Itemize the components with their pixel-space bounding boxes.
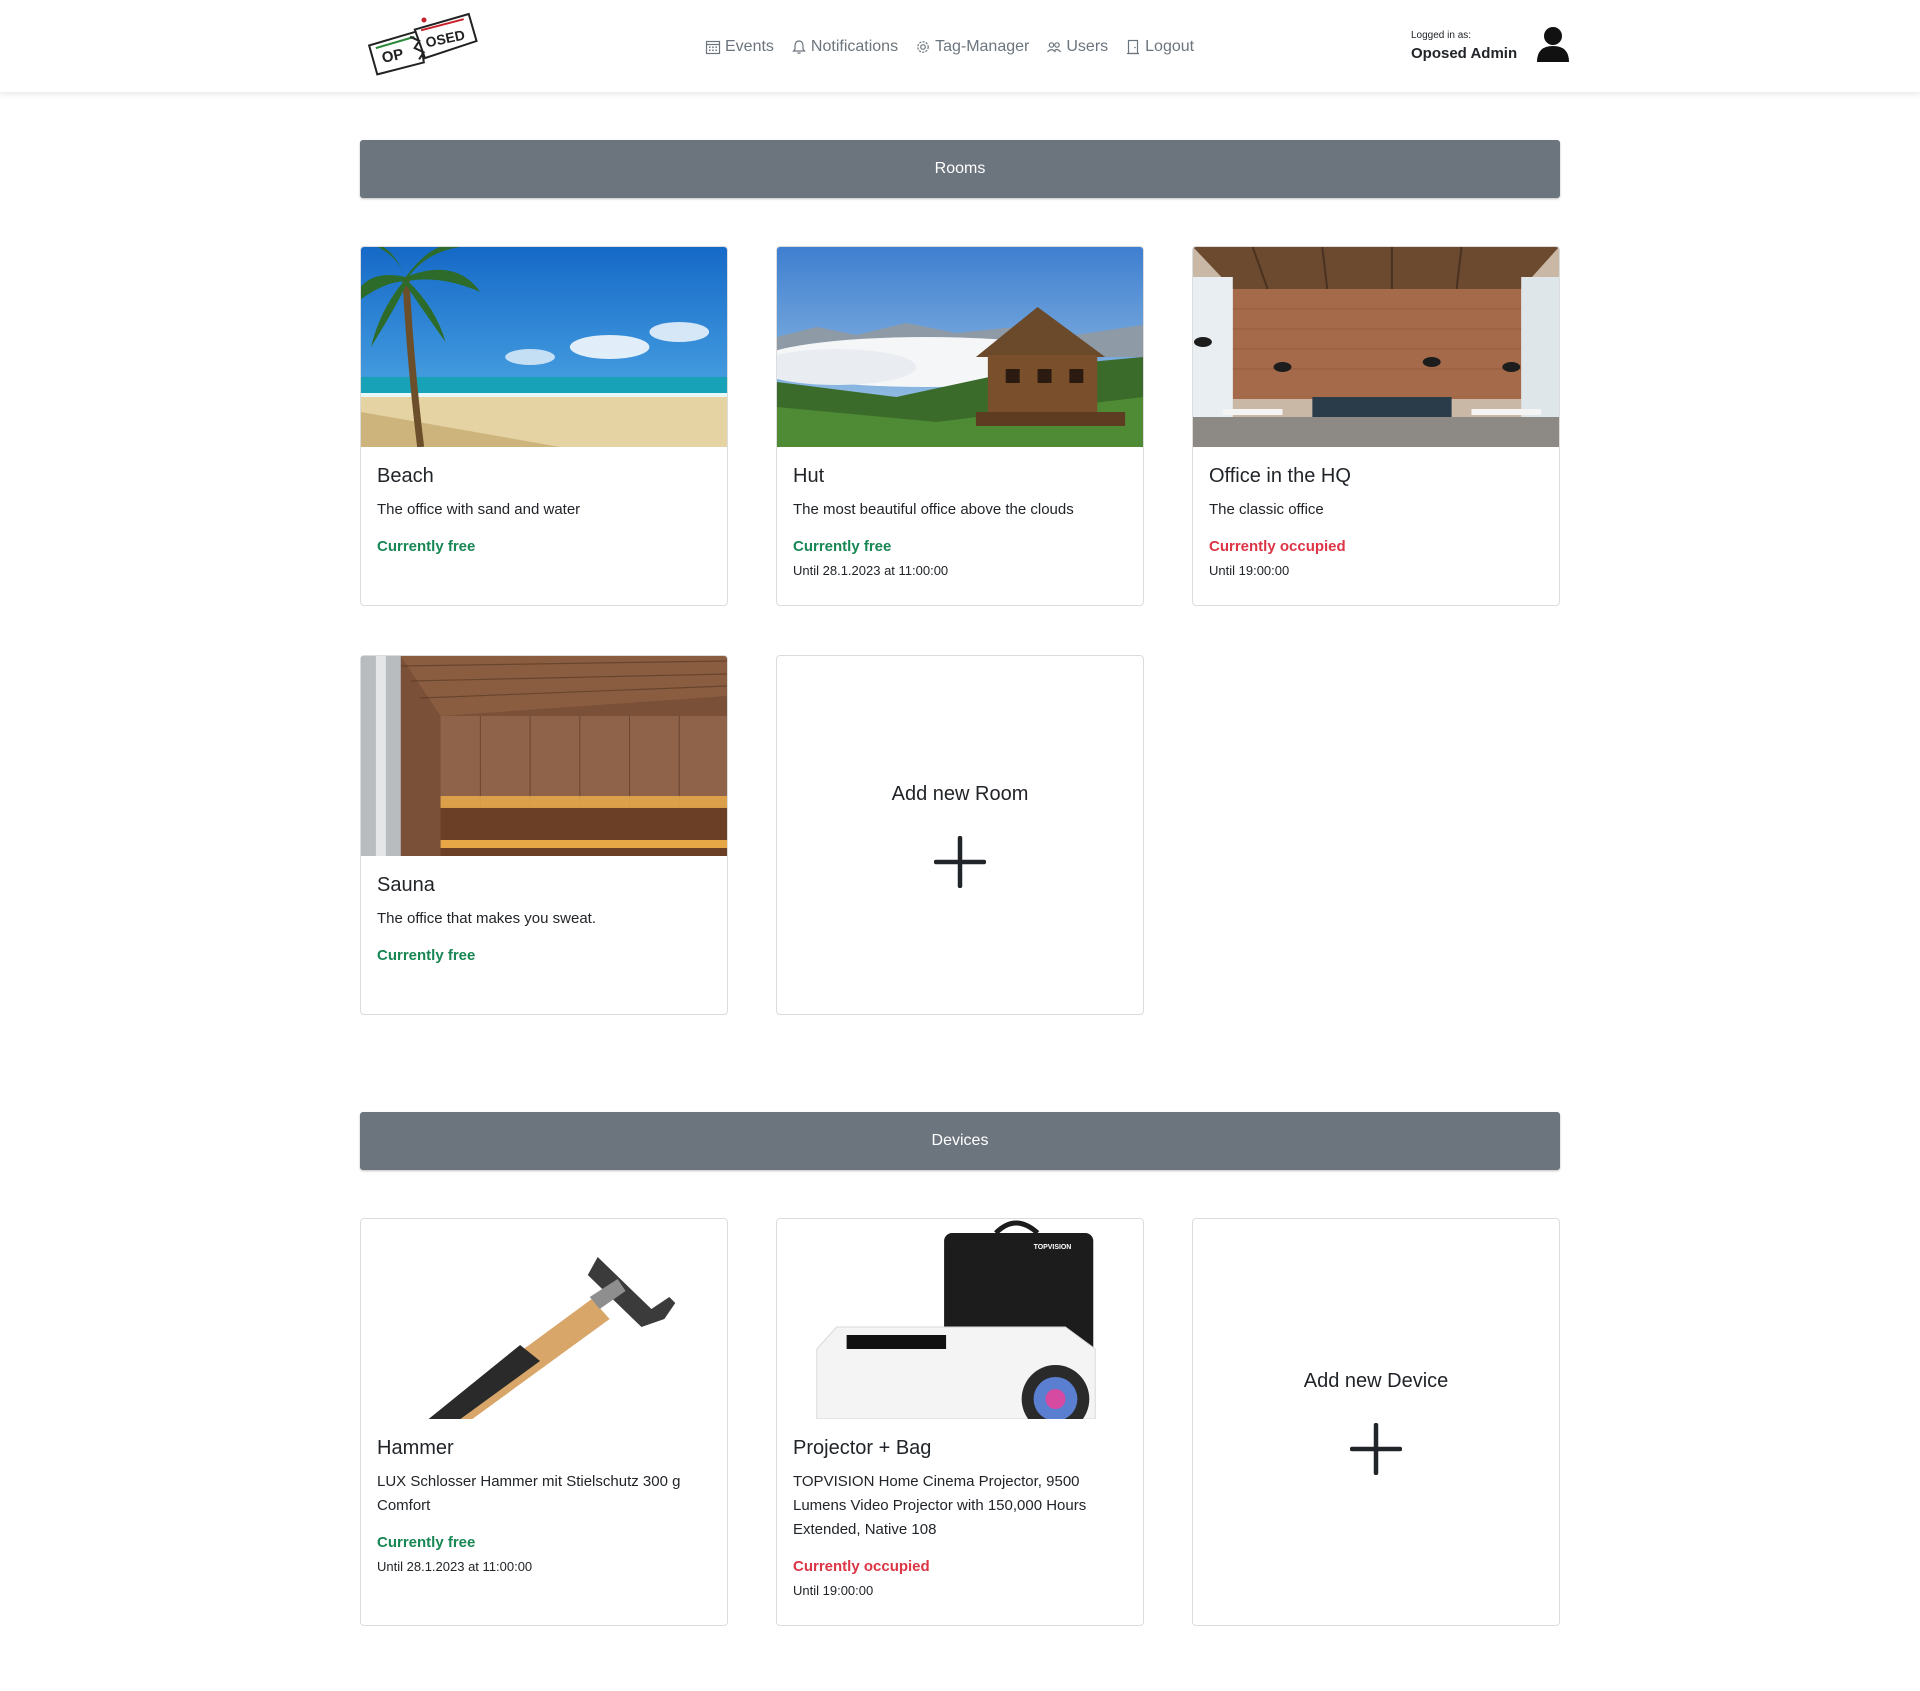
nav-tag-manager-label: Tag-Manager bbox=[935, 38, 1030, 55]
room-description: The office with sand and water bbox=[377, 501, 581, 518]
nav-users-label: Users bbox=[1066, 38, 1109, 55]
room-card-sauna[interactable]: Sauna The office that makes you sweat. C… bbox=[360, 655, 728, 1015]
nav-users[interactable]: Users bbox=[1046, 36, 1108, 58]
room-status: Currently free bbox=[793, 538, 892, 555]
device-status: Currently occupied bbox=[793, 1558, 930, 1575]
device-name: Hammer bbox=[377, 1437, 454, 1459]
room-name: Beach bbox=[377, 465, 434, 487]
plus-icon bbox=[1350, 1422, 1402, 1475]
user-avatar-icon[interactable] bbox=[1535, 26, 1571, 64]
device-card-hammer[interactable]: Hammer LUX Schlosser Hammer mit Stielsch… bbox=[360, 1218, 728, 1626]
logged-in-info: Logged in as: Oposed Admin bbox=[1411, 30, 1517, 62]
room-description: The most beautiful office above the clou… bbox=[793, 501, 1074, 518]
add-device-card[interactable]: Add new Device bbox=[1192, 1218, 1560, 1626]
room-name: Hut bbox=[793, 465, 825, 487]
bell-icon bbox=[792, 40, 806, 54]
room-card-hut[interactable]: Hut The most beautiful office above the … bbox=[776, 246, 1144, 606]
gear-icon bbox=[917, 41, 929, 53]
room-description: The classic office bbox=[1209, 501, 1324, 518]
user-name: Oposed Admin bbox=[1411, 45, 1518, 62]
room-until: Until 28.1.2023 at 11:00:00 bbox=[793, 563, 949, 578]
device-until: Until 19:00:00 bbox=[793, 1583, 874, 1598]
office-image bbox=[1193, 247, 1559, 447]
device-description: LUX Schlosser Hammer mit Stielschutz 300… bbox=[377, 1473, 681, 1514]
logged-in-label: Logged in as: bbox=[1411, 30, 1472, 41]
oposed-logo[interactable]: OP OSED bbox=[362, 12, 486, 76]
plus-icon bbox=[934, 835, 986, 888]
room-name: Sauna bbox=[377, 874, 435, 896]
room-description: The office that makes you sweat. bbox=[377, 910, 597, 927]
nav-notifications[interactable]: Notifications bbox=[791, 36, 898, 58]
hammer-image bbox=[361, 1219, 727, 1419]
add-room-label: Add new Room bbox=[891, 782, 1029, 805]
nav-events[interactable]: Events bbox=[705, 36, 774, 58]
room-card-office-hq[interactable]: Office in the HQ The classic office Curr… bbox=[1192, 246, 1560, 606]
room-status: Currently free bbox=[377, 538, 476, 555]
nav-notifications-label: Notifications bbox=[810, 38, 899, 55]
rooms-section-title: Rooms bbox=[934, 160, 986, 177]
nav-logout-label: Logout bbox=[1145, 38, 1195, 55]
device-until: Until 28.1.2023 at 11:00:00 bbox=[377, 1559, 533, 1574]
nav-events-label: Events bbox=[725, 38, 774, 55]
room-until: Until 19:00:00 bbox=[1209, 563, 1290, 578]
hut-image bbox=[777, 247, 1143, 447]
device-status: Currently free bbox=[377, 1534, 476, 1551]
main-nav: Events Notifications Tag-Manager Users L… bbox=[705, 36, 1194, 58]
room-name: Office in the HQ bbox=[1209, 465, 1351, 487]
devices-section-header[interactable]: Devices bbox=[360, 1112, 1560, 1170]
sauna-image bbox=[361, 656, 727, 856]
room-status: Currently occupied bbox=[1209, 538, 1346, 555]
devices-section-title: Devices bbox=[931, 1132, 989, 1149]
add-room-card[interactable]: Add new Room bbox=[776, 655, 1144, 1015]
device-description: TOPVISION Home Cinema Projector, 9500 Lu… bbox=[793, 1473, 1087, 1538]
device-card-projector[interactable]: TOPVISION Projector + Bag TOPVISION Home… bbox=[776, 1218, 1144, 1626]
room-card-beach[interactable]: Beach The office with sand and water Cur… bbox=[360, 246, 728, 606]
nav-logout[interactable]: Logout bbox=[1125, 36, 1194, 58]
beach-image bbox=[361, 247, 727, 447]
users-icon bbox=[1047, 42, 1062, 53]
device-name: Projector + Bag bbox=[793, 1437, 932, 1459]
projector-brand: TOPVISION bbox=[1034, 1244, 1072, 1251]
projector-image: TOPVISION bbox=[777, 1219, 1143, 1419]
door-icon bbox=[1127, 39, 1140, 55]
room-status: Currently free bbox=[377, 947, 476, 964]
calendar-icon bbox=[705, 40, 721, 55]
nav-tag-manager[interactable]: Tag-Manager bbox=[915, 36, 1029, 58]
rooms-section-header[interactable]: Rooms bbox=[360, 140, 1560, 198]
top-navbar: OP OSED Events Notifications Tag-Manager… bbox=[0, 0, 1920, 92]
add-device-label: Add new Device bbox=[1303, 1369, 1449, 1392]
